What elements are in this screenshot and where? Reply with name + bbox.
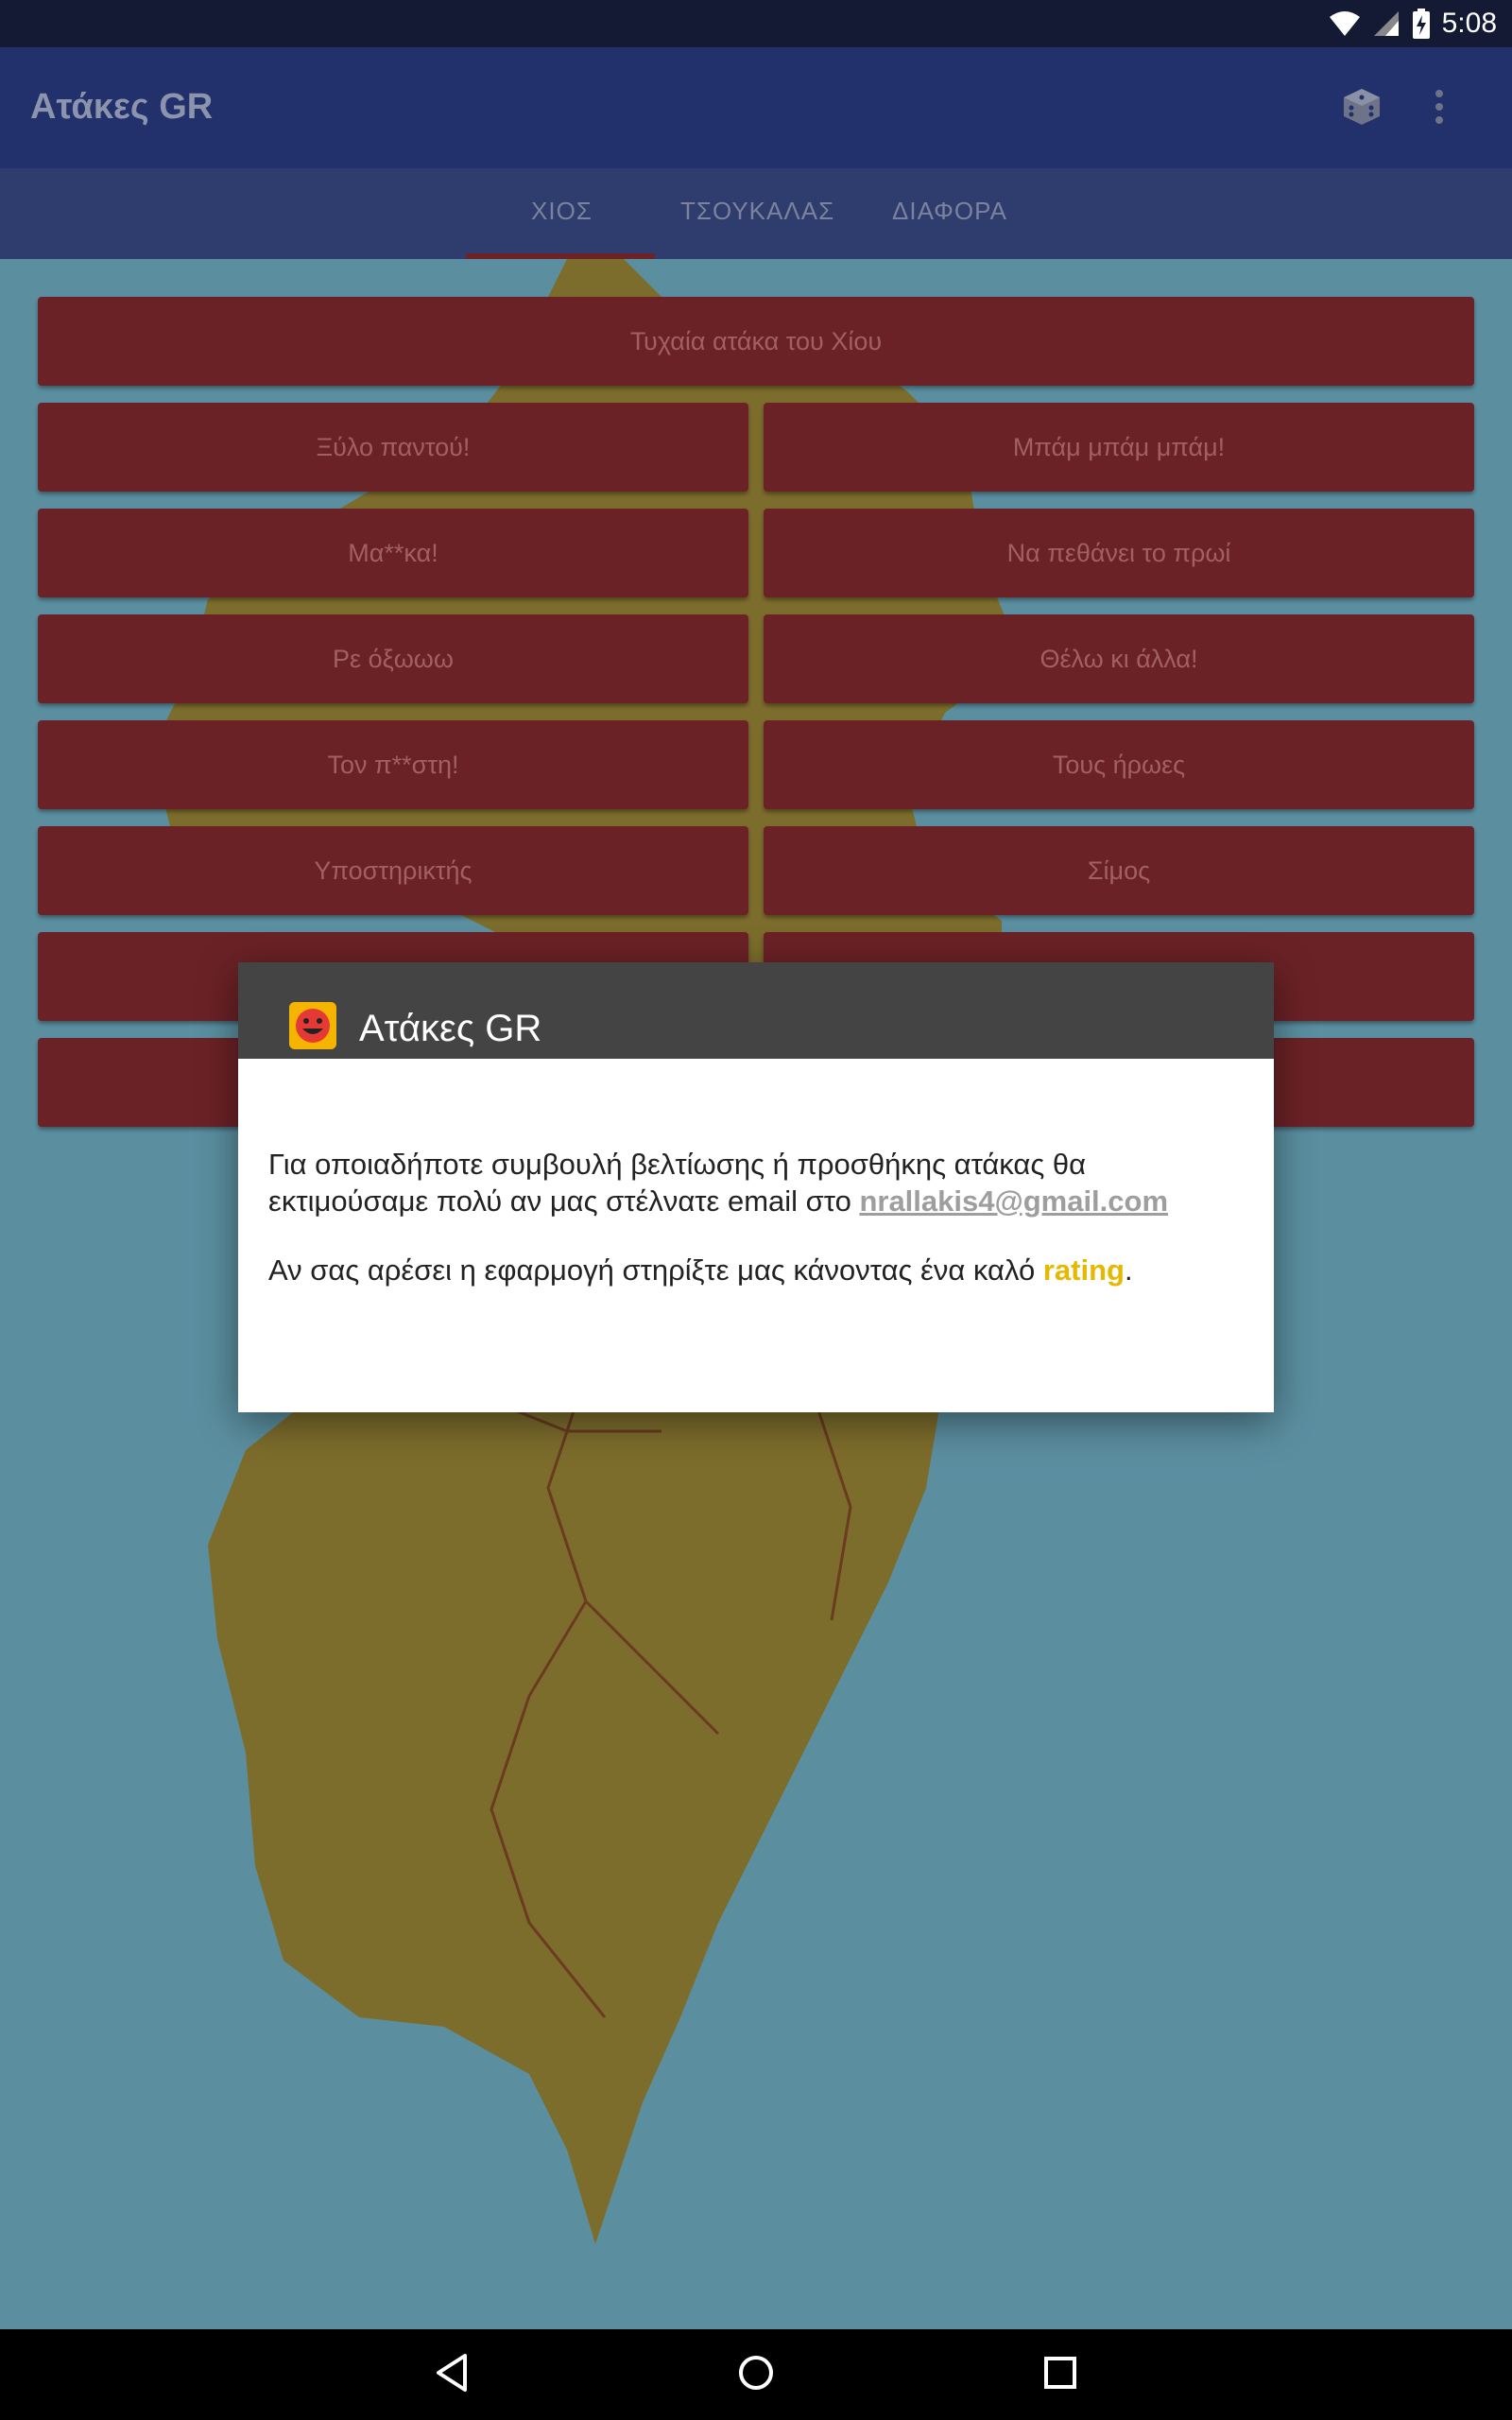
quote-button-1[interactable]: Ξύλο παντού!: [38, 403, 748, 492]
battery-charging-icon: [1412, 9, 1430, 39]
dialog-rating-end: .: [1124, 1253, 1133, 1287]
quote-button-7[interactable]: Τον π**στη!: [38, 720, 748, 809]
dialog-rating-text: Αν σας αρέσει η εφαρμογή στηρίξτε μας κά…: [268, 1253, 1043, 1287]
recents-icon[interactable]: [1041, 2352, 1079, 2394]
tab-diafora[interactable]: ΔΙΑΦΟΡΑ: [892, 197, 1007, 226]
rating-link[interactable]: rating: [1043, 1253, 1125, 1287]
dialog-body: Για οποιαδήποτε συμβουλή βελτίωσης ή προ…: [238, 1059, 1274, 1412]
info-dialog: Ατάκες GR Για οποιαδήποτε συμβουλή βελτί…: [238, 962, 1274, 1412]
dice-icon[interactable]: [1340, 85, 1383, 129]
tab-tsoukalas[interactable]: ΤΣΟΥΚΑΛΑΣ: [680, 197, 834, 226]
app-bar: Ατάκες GR: [0, 47, 1512, 168]
quote-button-5[interactable]: Ρε όξωωω: [38, 614, 748, 703]
system-nav-bar: [0, 2329, 1512, 2420]
back-icon[interactable]: [433, 2352, 471, 2394]
signal-icon: [1373, 11, 1399, 36]
quote-button-10[interactable]: Σίμος: [764, 826, 1474, 915]
quote-button-8[interactable]: Τους ήρωες: [764, 720, 1474, 809]
quote-button-6[interactable]: Θέλω κι άλλα!: [764, 614, 1474, 703]
smiley-icon: [289, 1002, 336, 1049]
tab-chios[interactable]: ΧΙΟΣ: [531, 197, 593, 226]
quote-button-4[interactable]: Να πεθάνει το πρωί: [764, 509, 1474, 597]
status-bar: 5:08: [0, 0, 1512, 47]
random-quote-button[interactable]: Τυχαία ατάκα του Χίου: [38, 297, 1474, 386]
quote-button-2[interactable]: Μπάμ μπάμ μπάμ!: [764, 403, 1474, 492]
tab-bar: ΧΙΟΣ ΤΣΟΥΚΑΛΑΣ ΔΙΑΦΟΡΑ: [0, 168, 1512, 259]
email-link[interactable]: nrallakis4@gmail.com: [859, 1184, 1168, 1218]
dialog-message-email: Για οποιαδήποτε συμβουλή βελτίωσης ή προ…: [268, 1146, 1242, 1219]
wifi-icon: [1329, 11, 1360, 36]
dialog-title: Ατάκες GR: [359, 1008, 542, 1049]
status-time: 5:08: [1441, 8, 1497, 39]
app-title: Ατάκες GR: [30, 87, 214, 127]
overflow-menu-icon[interactable]: [1425, 85, 1453, 129]
quote-button-9[interactable]: Υποστηρικτής: [38, 826, 748, 915]
dialog-header: Ατάκες GR: [238, 962, 1274, 1059]
dialog-message-rating: Αν σας αρέσει η εφαρμογή στηρίξτε μας κά…: [268, 1252, 1242, 1288]
home-icon[interactable]: [735, 2352, 777, 2394]
quote-button-3[interactable]: Μα**κα!: [38, 509, 748, 597]
